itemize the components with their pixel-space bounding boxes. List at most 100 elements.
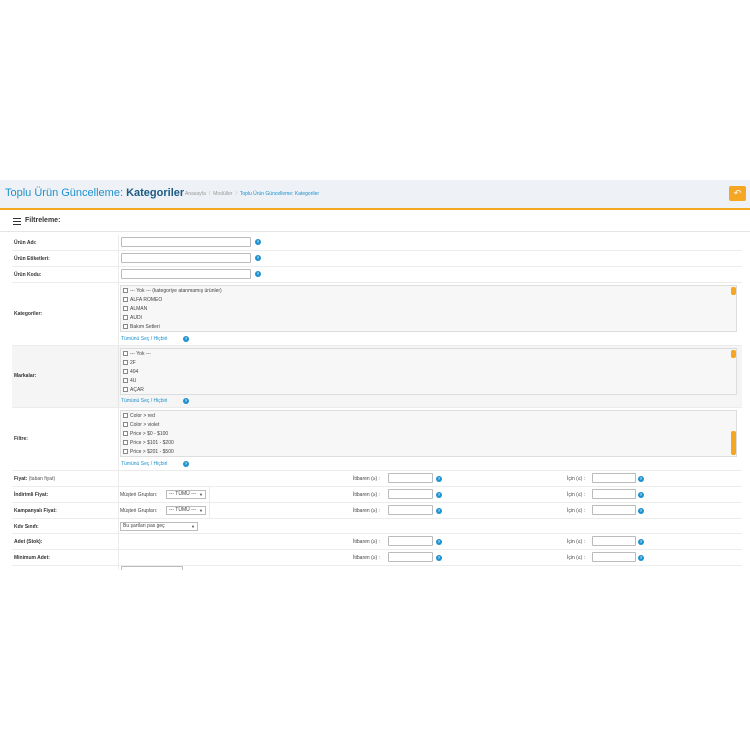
checkbox[interactable] xyxy=(123,431,128,437)
list-item[interactable]: Price > $201 - $500 xyxy=(123,449,174,455)
brands-listbox[interactable]: --- Yok --- 2F 404 4U AÇAR xyxy=(120,348,737,395)
quantity-from-input[interactable] xyxy=(388,536,433,546)
customer-group-select[interactable]: --- TÜMÜ --- ▼ xyxy=(166,506,206,515)
list-item[interactable]: 4U xyxy=(123,378,136,384)
help-icon[interactable]: ? xyxy=(436,555,442,561)
product-code-label: Ürün Kodu: xyxy=(14,272,42,278)
range-to-label: İçin (≤) : xyxy=(567,476,586,482)
scrollbar-thumb[interactable] xyxy=(731,287,736,295)
list-item[interactable]: Bakım Setleri xyxy=(123,324,160,330)
row-categories: Kategoriler: --- Yok --- (kategoriye ata… xyxy=(12,283,742,346)
checkbox[interactable] xyxy=(123,387,128,393)
list-item[interactable]: 2F xyxy=(123,360,136,366)
help-icon[interactable]: ? xyxy=(183,398,189,404)
tax-class-label: Kdv Sınıfı: xyxy=(14,524,39,530)
campaign-to-input[interactable] xyxy=(592,505,636,515)
checkbox[interactable] xyxy=(123,449,128,455)
help-icon[interactable]: ? xyxy=(638,492,644,498)
range-to-label: İçin (≤) : xyxy=(567,539,586,545)
customer-group-select[interactable]: --- TÜMÜ --- ▼ xyxy=(166,490,206,499)
scrollbar-thumb[interactable] xyxy=(731,350,736,358)
help-icon[interactable]: ? xyxy=(436,508,442,514)
help-icon[interactable]: ? xyxy=(255,271,261,277)
help-icon[interactable]: ? xyxy=(183,461,189,467)
list-item[interactable]: Price > $101 - $200 xyxy=(123,440,174,446)
checkbox[interactable] xyxy=(123,324,128,330)
minimum-label: Minimum Adet: xyxy=(14,555,50,561)
categories-listbox[interactable]: --- Yok --- (kategoriye atanmamış ürünle… xyxy=(120,285,737,332)
breadcrumb-modules[interactable]: Modüller xyxy=(213,191,232,197)
range-to-label: İçin (≤) : xyxy=(567,508,586,514)
help-icon[interactable]: ? xyxy=(638,555,644,561)
discount-from-input[interactable] xyxy=(388,489,433,499)
checkbox[interactable] xyxy=(123,413,128,419)
cutoff-input[interactable] xyxy=(121,566,183,570)
price-from-input[interactable] xyxy=(388,473,433,483)
help-icon[interactable]: ? xyxy=(638,508,644,514)
list-item[interactable]: AUDI xyxy=(123,315,142,321)
page-title-bold: Kategoriler xyxy=(126,187,185,199)
scrollbar-thumb[interactable] xyxy=(731,431,736,455)
checkbox[interactable] xyxy=(123,351,128,357)
quantity-to-input[interactable] xyxy=(592,536,636,546)
list-item[interactable]: AÇAR xyxy=(123,387,144,393)
row-minimum: Minimum Adet: İtibaren (≥) : ? İçin (≤) … xyxy=(12,550,742,566)
minimum-from-input[interactable] xyxy=(388,552,433,562)
help-icon[interactable]: ? xyxy=(436,492,442,498)
help-icon[interactable]: ? xyxy=(436,476,442,482)
product-tags-label: Ürün Etiketleri: xyxy=(14,256,50,262)
campaign-from-input[interactable] xyxy=(388,505,433,515)
checkbox[interactable] xyxy=(123,422,128,428)
range-from-label: İtibaren (≥) : xyxy=(353,555,380,561)
help-icon[interactable]: ? xyxy=(255,255,261,261)
range-from-label: İtibaren (≥) : xyxy=(353,476,380,482)
checkbox[interactable] xyxy=(123,315,128,321)
checkbox[interactable] xyxy=(123,306,128,312)
page-header: Toplu Ürün Güncelleme: Kategoriler Anasa… xyxy=(0,180,750,210)
list-item[interactable]: --- Yok --- (kategoriye atanmamış ürünle… xyxy=(123,288,222,294)
checkbox[interactable] xyxy=(123,297,128,303)
help-icon[interactable]: ? xyxy=(638,476,644,482)
filter-listbox[interactable]: Color > red Color > violet Price > $0 - … xyxy=(120,410,737,457)
help-icon[interactable]: ? xyxy=(183,336,189,342)
discount-price-label: İndirimli Fiyat: xyxy=(14,492,49,498)
list-item[interactable]: Color > red xyxy=(123,413,155,419)
list-icon xyxy=(13,218,21,225)
row-discount-price: İndirimli Fiyat: Müşteri Grupları: --- T… xyxy=(12,487,742,503)
list-item[interactable]: Price > $0 - $100 xyxy=(123,431,168,437)
list-item[interactable]: ALFA ROMEO xyxy=(123,297,162,303)
tax-class-select[interactable]: Bu şartları pas geç ▼ xyxy=(120,522,198,531)
brands-select-all-link[interactable]: Tümünü Seç / Hiçbiri xyxy=(121,398,167,404)
checkbox[interactable] xyxy=(123,440,128,446)
row-quantity: Adet (Stok): İtibaren (≥) : ? İçin (≤) :… xyxy=(12,534,742,550)
row-price: Fiyat: (taban fiyat) İtibaren (≥) : ? İç… xyxy=(12,471,742,487)
minimum-to-input[interactable] xyxy=(592,552,636,562)
help-icon[interactable]: ? xyxy=(638,539,644,545)
checkbox[interactable] xyxy=(123,360,128,366)
back-button[interactable]: ↶ xyxy=(729,186,746,201)
customer-groups-label: Müşteri Grupları: xyxy=(120,508,158,514)
row-product-tags: Ürün Etiketleri: ? xyxy=(12,251,742,267)
list-item[interactable]: Color > violet xyxy=(123,422,159,428)
page-title: Toplu Ürün Güncelleme: Kategoriler xyxy=(5,187,184,199)
range-from-label: İtibaren (≥) : xyxy=(353,508,380,514)
reply-icon: ↶ xyxy=(733,188,742,198)
checkbox[interactable] xyxy=(123,288,128,294)
product-code-input[interactable] xyxy=(121,269,251,279)
list-item[interactable]: ALMAN xyxy=(123,306,147,312)
breadcrumb-home[interactable]: Anasayfa xyxy=(185,191,206,197)
categories-select-all-link[interactable]: Tümünü Seç / Hiçbiri xyxy=(121,336,167,342)
product-name-input[interactable] xyxy=(121,237,251,247)
discount-to-input[interactable] xyxy=(592,489,636,499)
list-item[interactable]: 404 xyxy=(123,369,138,375)
checkbox[interactable] xyxy=(123,369,128,375)
product-tags-input[interactable] xyxy=(121,253,251,263)
filter-select-all-link[interactable]: Tümünü Seç / Hiçbiri xyxy=(121,461,167,467)
help-icon[interactable]: ? xyxy=(436,539,442,545)
breadcrumb-current[interactable]: Toplu Ürün Güncelleme: Kategoriler xyxy=(240,191,319,197)
list-item[interactable]: --- Yok --- xyxy=(123,351,151,357)
checkbox[interactable] xyxy=(123,378,128,384)
panel-title: Filtreleme: xyxy=(25,217,61,224)
help-icon[interactable]: ? xyxy=(255,239,261,245)
price-to-input[interactable] xyxy=(592,473,636,483)
